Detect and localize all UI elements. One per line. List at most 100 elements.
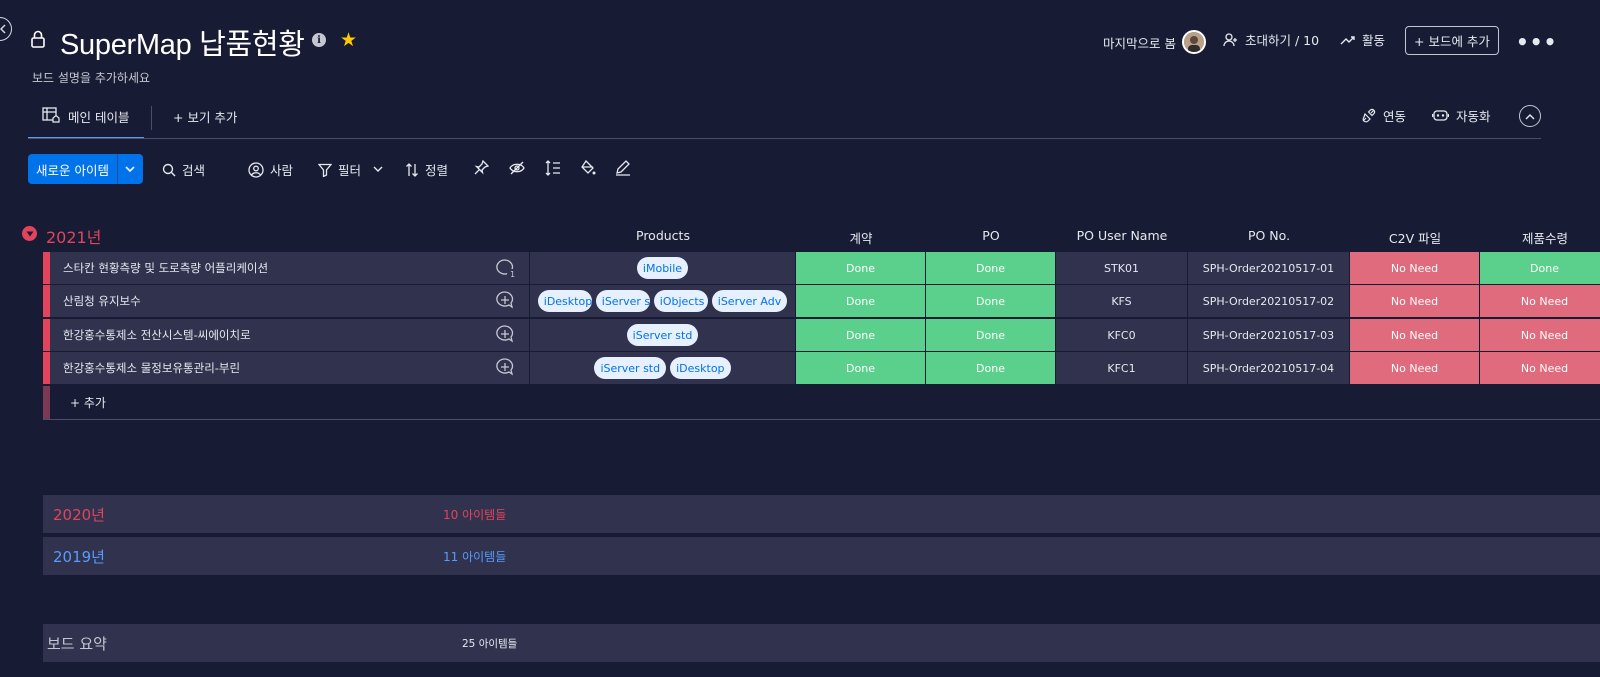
group-title-2019[interactable]: 2019년 — [43, 546, 443, 567]
invite-button[interactable]: 초대하기 / 10 — [1223, 30, 1319, 49]
product-chip[interactable]: iServer std — [595, 290, 650, 312]
paint-bucket-icon[interactable] — [580, 159, 596, 180]
add-item-button[interactable]: + 추가 — [50, 386, 106, 419]
status-contract[interactable]: Done — [796, 252, 926, 284]
item-name-cell[interactable]: 한강홍수통제소 전산시스템-씨에이치로 — [50, 319, 530, 351]
po-no-cell[interactable]: SPH-Order20210517-04 — [1188, 352, 1350, 384]
update-count-badge: 1 — [507, 269, 518, 280]
status-contract[interactable]: Done — [796, 285, 926, 317]
status-product-receipt[interactable]: No Need — [1480, 319, 1600, 351]
column-header-product-receipt[interactable]: 제품수령 — [1480, 228, 1600, 247]
group-title-2021[interactable]: 2021년 — [46, 224, 101, 248]
person-filter-button[interactable]: 사람 — [248, 160, 293, 179]
add-update-icon[interactable] — [495, 357, 515, 380]
integrate-button[interactable]: 연동 — [1361, 106, 1406, 125]
add-to-board-button[interactable]: + 보드에 추가 — [1405, 26, 1499, 55]
item-name[interactable]: 한강홍수통제소 물정보유통관리-부린 — [63, 360, 240, 376]
avatar — [1181, 30, 1206, 54]
sort-button[interactable]: 정렬 — [405, 160, 448, 179]
column-header-c2v-file[interactable]: C2V 파일 — [1350, 228, 1480, 247]
search-button[interactable]: 검색 — [162, 160, 205, 179]
status-po[interactable]: Done — [926, 352, 1056, 384]
status-c2v[interactable]: No Need — [1350, 352, 1480, 384]
edit-pen-icon[interactable] — [615, 160, 631, 180]
automate-button[interactable]: 자동화 — [1432, 106, 1491, 125]
column-header-products[interactable]: Products — [530, 228, 796, 243]
filter-button[interactable]: 필터 — [318, 160, 383, 179]
products-cell[interactable]: iMobile — [530, 252, 796, 284]
product-chip[interactable]: iServer std — [594, 357, 667, 379]
group-2020[interactable]: 2020년 10 아이템들 — [43, 495, 1600, 533]
product-chip[interactable]: iObjects — [653, 290, 708, 312]
favorite-star-icon[interactable]: ★ — [340, 29, 357, 51]
po-no-cell[interactable]: SPH-Order20210517-02 — [1188, 285, 1350, 317]
pin-icon[interactable] — [474, 159, 490, 179]
item-name[interactable]: 한강홍수통제소 전산시스템-씨에이치로 — [63, 327, 251, 343]
more-menu-icon[interactable]: ••• — [1516, 30, 1557, 54]
add-update-icon[interactable] — [495, 290, 515, 313]
status-c2v[interactable]: No Need — [1350, 252, 1480, 284]
board-title[interactable]: SuperMap 납품현황 — [60, 21, 305, 63]
add-view-button[interactable]: + 보기 추가 — [173, 107, 237, 126]
group-title-2020[interactable]: 2020년 — [43, 504, 443, 525]
item-name-cell[interactable]: 산림청 유지보수 — [50, 285, 530, 317]
status-c2v[interactable]: No Need — [1350, 285, 1480, 317]
products-cell[interactable]: iServer std iDesktop — [530, 352, 796, 384]
po-user-cell[interactable]: KFS — [1056, 285, 1188, 317]
info-icon[interactable]: i — [312, 33, 326, 47]
status-contract[interactable]: Done — [796, 319, 926, 351]
item-name-cell[interactable]: 한강홍수통제소 물정보유통관리-부린 — [50, 352, 530, 384]
po-no-cell[interactable]: SPH-Order20210517-03 — [1188, 319, 1350, 351]
new-item-label[interactable]: 새로운 아이템 — [28, 154, 117, 184]
group-collapse-toggle[interactable] — [22, 226, 37, 241]
status-product-receipt[interactable]: No Need — [1480, 285, 1600, 317]
back-button[interactable] — [0, 17, 12, 41]
po-user-cell[interactable]: KFC1 — [1056, 352, 1188, 384]
last-seen-button[interactable]: 마지막으로 봄 — [1103, 30, 1206, 54]
products-cell[interactable]: iServer std — [530, 319, 796, 351]
status-po[interactable]: Done — [926, 319, 1056, 351]
product-chip[interactable]: iDesktop — [670, 357, 731, 379]
po-user-cell[interactable]: STK01 — [1056, 252, 1188, 284]
add-update-icon[interactable] — [495, 324, 515, 347]
group-2019[interactable]: 2019년 11 아이템들 — [43, 537, 1600, 575]
item-name[interactable]: 스타칸 현황측량 및 도로측량 어플리케이션 — [63, 260, 268, 276]
po-user-cell[interactable]: KFC0 — [1056, 319, 1188, 351]
product-chip[interactable]: iMobile — [636, 257, 689, 279]
table-row[interactable]: 스타칸 현황측량 및 도로측량 어플리케이션 1 iMobile Done Do… — [43, 252, 1600, 285]
updates-bubble-icon[interactable]: 1 — [495, 258, 518, 280]
activity-button[interactable]: 활동 — [1340, 30, 1385, 49]
po-no-cell[interactable]: SPH-Order20210517-01 — [1188, 252, 1350, 284]
collapse-header-button[interactable] — [1519, 105, 1541, 127]
table-row[interactable]: 한강홍수통제소 전산시스템-씨에이치로 iServer std Done Don… — [43, 319, 1600, 352]
chevron-down-icon[interactable] — [373, 166, 383, 173]
status-c2v[interactable]: No Need — [1350, 319, 1480, 351]
group-item-count: 10 아이템들 — [443, 507, 507, 522]
status-contract[interactable]: Done — [796, 352, 926, 384]
add-item-row[interactable]: + 추가 — [43, 386, 1600, 420]
status-product-receipt[interactable]: No Need — [1480, 352, 1600, 384]
status-product-receipt[interactable]: Done — [1480, 252, 1600, 284]
column-header-contract[interactable]: 계약 — [796, 228, 926, 247]
table-row[interactable]: 산림청 유지보수 iDesktop iServer std iObjects i… — [43, 285, 1600, 318]
board-summary[interactable]: 보드 요약 25 아이템들 — [43, 624, 1600, 662]
product-chip[interactable]: iServer std — [626, 324, 699, 346]
status-po[interactable]: Done — [926, 285, 1056, 317]
status-po[interactable]: Done — [926, 252, 1056, 284]
board-description[interactable]: 보드 설명을 추가하세요 — [32, 69, 150, 86]
table-row[interactable]: 한강홍수통제소 물정보유통관리-부린 iServer std iDesktop … — [43, 352, 1600, 385]
column-header-po-no[interactable]: PO No. — [1188, 228, 1350, 243]
item-name-cell[interactable]: 스타칸 현황측량 및 도로측량 어플리케이션 1 — [50, 252, 530, 284]
column-header-po[interactable]: PO — [926, 228, 1056, 243]
item-name[interactable]: 산림청 유지보수 — [63, 293, 141, 309]
tab-main-table[interactable]: 메인 테이블 — [28, 104, 144, 139]
column-header-po-user-name[interactable]: PO User Name — [1056, 228, 1188, 243]
new-item-dropdown[interactable] — [116, 154, 143, 184]
product-chip[interactable]: iServer Adv — [711, 290, 788, 312]
products-cell[interactable]: iDesktop iServer std iObjects iServer Ad… — [530, 285, 796, 317]
hide-eye-icon[interactable] — [509, 160, 525, 179]
product-chip[interactable]: iDesktop — [537, 290, 592, 312]
row-height-icon[interactable] — [545, 160, 561, 180]
new-item-button[interactable]: 새로운 아이템 — [28, 154, 143, 184]
add-person-icon — [1223, 32, 1237, 46]
